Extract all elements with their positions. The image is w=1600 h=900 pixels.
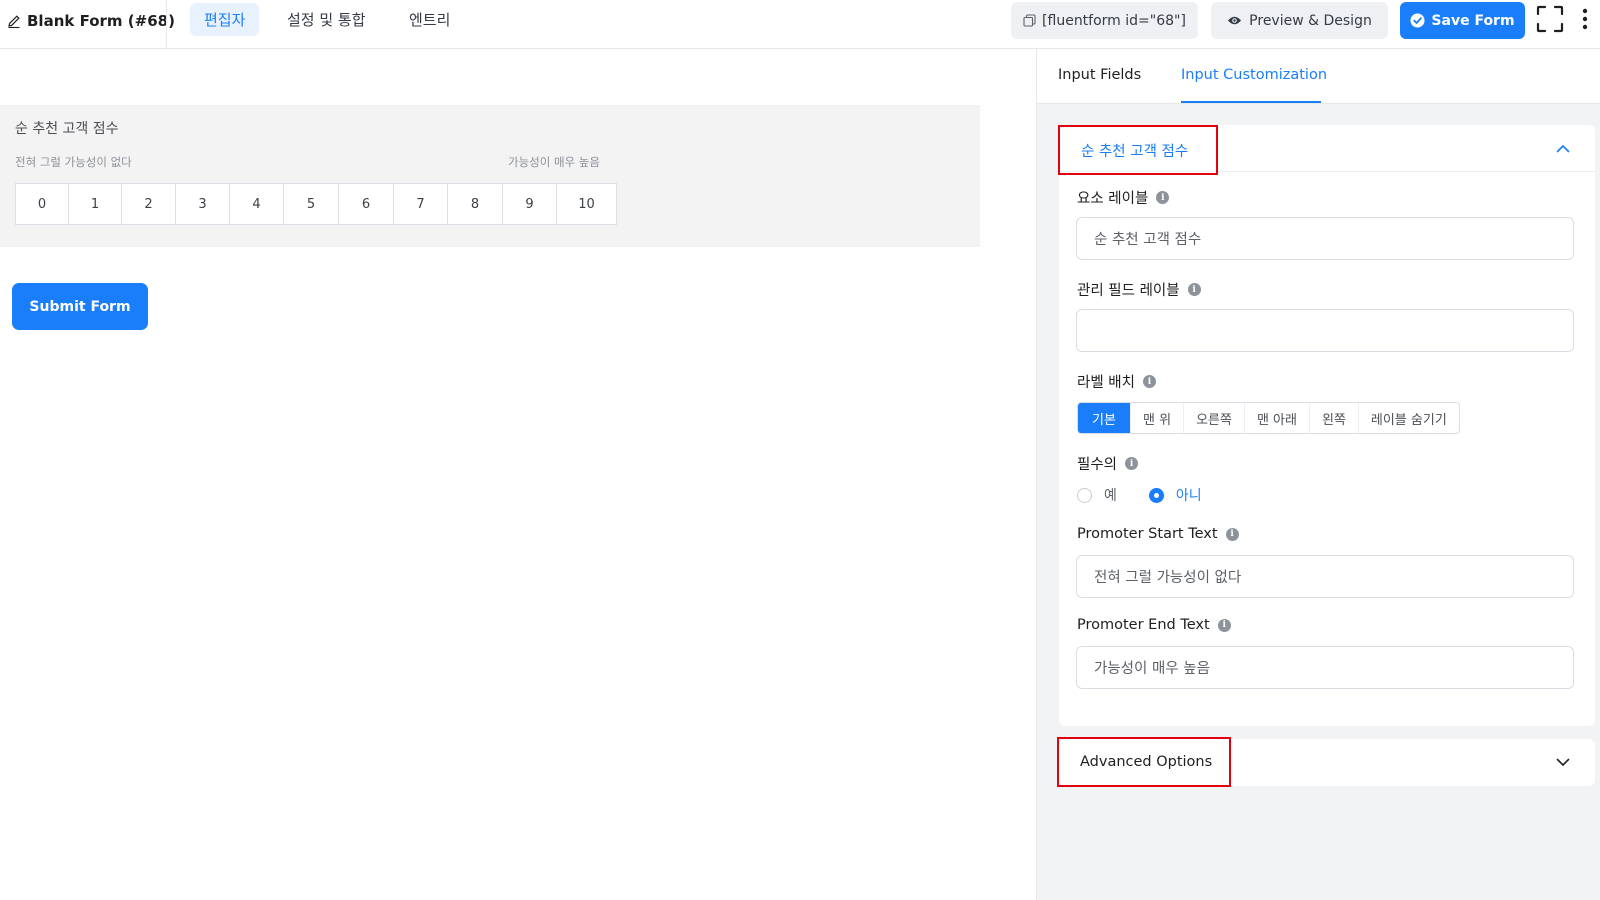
info-icon[interactable]: i <box>1142 375 1156 388</box>
radio-circle <box>1148 487 1164 503</box>
save-form-button[interactable]: Save Form <box>1400 2 1525 39</box>
info-icon[interactable]: i <box>1217 618 1231 632</box>
fullscreen-icon[interactable] <box>1536 5 1564 33</box>
tab-input-customization[interactable]: Input Customization <box>1181 67 1327 83</box>
promoter-end-input[interactable]: 가능성이 매우 높음 <box>1076 646 1574 689</box>
placement-option-right[interactable]: 오른쪽 <box>1184 403 1245 433</box>
field-settings-card: 순 추천 고객 점수 요소 레이블 i 순 추천 고객 점수 관리 필드 레이블… <box>1058 125 1595 726</box>
divider <box>166 0 167 48</box>
copy-icon <box>1023 14 1036 27</box>
section-header[interactable]: 순 추천 고객 점수 <box>1058 125 1595 175</box>
admin-label-heading: 관리 필드 레이블 i <box>1077 279 1201 300</box>
nps-end-text: 가능성이 매우 높음 <box>508 155 600 169</box>
placement-option-bottom[interactable]: 맨 아래 <box>1245 403 1310 433</box>
nps-option[interactable]: 1 <box>68 183 122 225</box>
more-vertical-icon[interactable] <box>1578 5 1592 33</box>
admin-label-text: 관리 필드 레이블 <box>1077 283 1180 299</box>
promoter-start-heading: Promoter Start Text i <box>1077 526 1239 542</box>
check-circle-icon <box>1410 13 1425 28</box>
shortcode-label: [fluentform id="68"] <box>1042 12 1186 29</box>
required-yes-radio[interactable]: 예 <box>1077 485 1117 505</box>
label-placement-heading: 라벨 배치 i <box>1077 371 1156 392</box>
nps-option[interactable]: 8 <box>447 183 503 225</box>
nps-option[interactable]: 5 <box>283 183 339 225</box>
placement-option-top[interactable]: 맨 위 <box>1131 403 1185 433</box>
nps-option[interactable]: 9 <box>502 183 557 225</box>
nps-option[interactable]: 4 <box>229 183 284 225</box>
pencil-icon <box>8 15 20 29</box>
nps-option[interactable]: 7 <box>393 183 448 225</box>
nps-field-label: 순 추천 고객 점수 <box>15 121 119 137</box>
promoter-start-input[interactable]: 전혀 그럴 가능성이 없다 <box>1076 555 1574 598</box>
nps-option[interactable]: 0 <box>15 183 69 225</box>
element-label-input[interactable]: 순 추천 고객 점수 <box>1076 217 1574 260</box>
element-label-heading: 요소 레이블 i <box>1077 187 1170 208</box>
nps-option[interactable]: 2 <box>121 183 176 225</box>
promoter-end-label: Promoter End Text <box>1077 617 1210 633</box>
chevron-up-icon[interactable] <box>1555 141 1571 157</box>
admin-label-input[interactable] <box>1076 309 1574 352</box>
info-icon[interactable]: i <box>1156 191 1170 204</box>
nps-option[interactable]: 6 <box>338 183 394 225</box>
form-title: Blank Form (#68) <box>6 10 175 32</box>
settings-panel: Input Fields Input Customization 순 추천 고객… <box>1036 49 1600 900</box>
shortcode-button[interactable]: [fluentform id="68"] <box>1011 2 1198 39</box>
label-placement-selector: 기본 맨 위 오른쪽 맨 아래 왼쪽 레이블 숨기기 <box>1077 402 1460 434</box>
promoter-end-heading: Promoter End Text i <box>1077 617 1231 633</box>
placement-option-default[interactable]: 기본 <box>1078 403 1131 433</box>
nps-field-block[interactable]: 순 추천 고객 점수 전혀 그럴 가능성이 없다 가능성이 매우 높음 0 1 … <box>0 105 980 247</box>
advanced-options-title: Advanced Options <box>1057 737 1231 787</box>
form-editor-canvas: 순 추천 고객 점수 전혀 그럴 가능성이 없다 가능성이 매우 높음 0 1 … <box>0 49 1036 900</box>
radio-label: 예 <box>1104 488 1117 504</box>
panel-tabs: Input Fields Input Customization <box>1037 49 1600 104</box>
required-radio-group: 예 아니 <box>1077 485 1234 505</box>
tab-entries[interactable]: 엔트리 <box>395 3 464 36</box>
tab-settings-integrations[interactable]: 설정 및 통합 <box>273 3 380 36</box>
eye-icon <box>1228 16 1242 25</box>
active-tab-indicator <box>1181 101 1321 103</box>
info-icon[interactable]: i <box>1125 457 1139 470</box>
placement-option-left[interactable]: 왼쪽 <box>1310 403 1359 433</box>
submit-form-button[interactable]: Submit Form <box>12 283 148 330</box>
info-icon[interactable]: i <box>1225 527 1239 541</box>
preview-design-button[interactable]: Preview & Design <box>1211 2 1388 39</box>
placement-option-hide-label[interactable]: 레이블 숨기기 <box>1359 403 1459 433</box>
nps-scale: 0 1 2 3 4 5 6 7 8 9 10 <box>15 183 617 225</box>
form-title-text: Blank Form (#68) <box>27 12 175 30</box>
nps-option[interactable]: 3 <box>175 183 230 225</box>
tab-input-fields[interactable]: Input Fields <box>1058 67 1141 83</box>
label-placement-text: 라벨 배치 <box>1077 375 1135 391</box>
radio-circle <box>1077 487 1092 503</box>
required-no-radio[interactable]: 아니 <box>1148 485 1202 505</box>
advanced-options-section[interactable]: Advanced Options <box>1057 737 1595 787</box>
required-heading: 필수의 i <box>1077 453 1139 474</box>
radio-label: 아니 <box>1175 488 1202 504</box>
tab-editor[interactable]: 편집자 <box>190 3 260 36</box>
nps-start-text: 전혀 그럴 가능성이 없다 <box>15 155 132 169</box>
info-icon[interactable]: i <box>1187 283 1201 296</box>
preview-label: Preview & Design <box>1249 12 1372 29</box>
required-text: 필수의 <box>1077 457 1118 473</box>
nps-option[interactable]: 10 <box>556 183 617 225</box>
section-title: 순 추천 고객 점수 <box>1058 125 1218 175</box>
top-bar: Blank Form (#68) 편집자 설정 및 통합 엔트리 [fluent… <box>0 0 1600 49</box>
promoter-start-label: Promoter Start Text <box>1077 526 1218 542</box>
element-label-text: 요소 레이블 <box>1077 191 1149 207</box>
chevron-down-icon[interactable] <box>1555 754 1571 770</box>
save-label: Save Form <box>1431 12 1515 29</box>
